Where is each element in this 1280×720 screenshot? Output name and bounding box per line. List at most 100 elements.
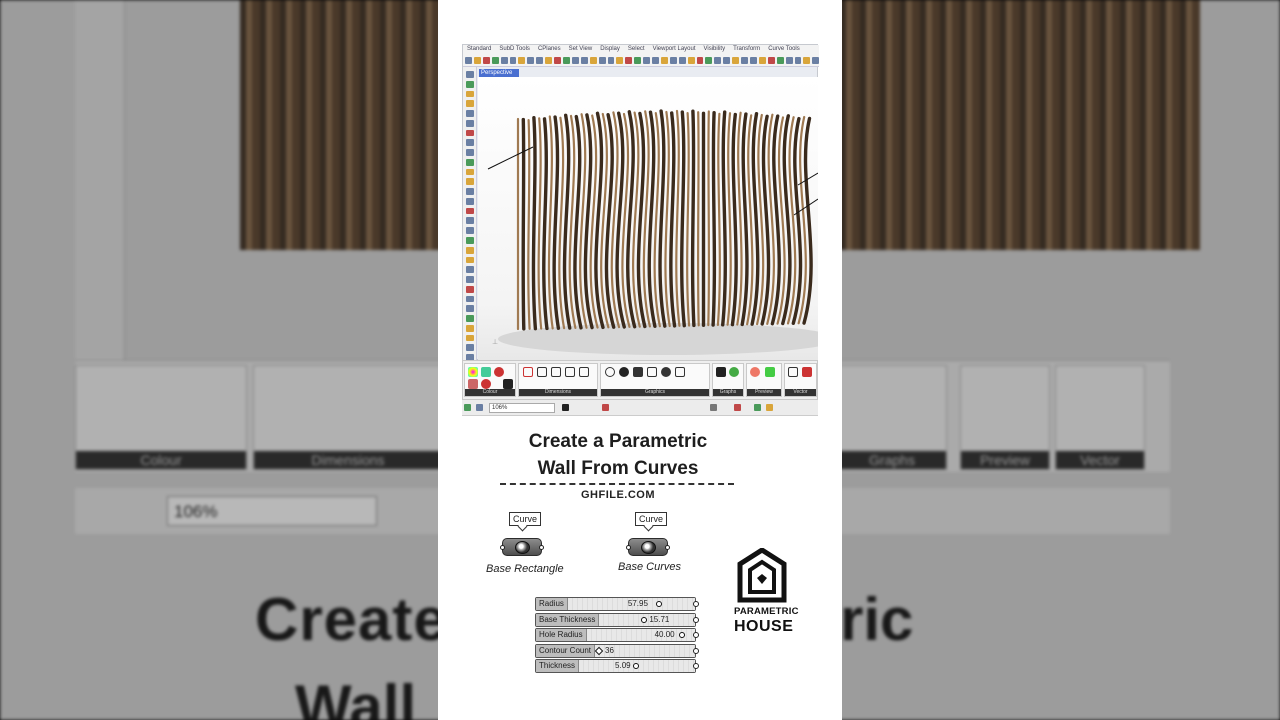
preview-shaded-icon[interactable] <box>734 404 741 411</box>
toolbar-tool-icon[interactable] <box>723 57 731 64</box>
toolbar-tool-icon[interactable] <box>482 57 490 64</box>
side-tool-icon[interactable] <box>465 178 474 186</box>
linear-dimension-icon[interactable] <box>565 367 575 377</box>
toolbar-tool-icon[interactable] <box>554 57 561 64</box>
side-tool-icon[interactable] <box>465 344 474 352</box>
toolbar-tool-icon[interactable] <box>696 57 704 64</box>
bake-icon[interactable] <box>754 404 761 411</box>
disc-icon[interactable] <box>661 367 671 377</box>
zoom-extents-icon[interactable] <box>562 404 569 411</box>
side-tool-icon[interactable] <box>465 80 474 88</box>
side-tool-icon[interactable] <box>465 315 474 322</box>
toolbar-tool-icon[interactable] <box>616 57 624 64</box>
circle-icon[interactable] <box>605 367 615 377</box>
viewport-tab-perspective[interactable]: Perspective <box>479 69 519 77</box>
tab-cplanes[interactable]: CPlanes <box>534 45 565 55</box>
tab-viewport-layout[interactable]: Viewport Layout <box>649 45 700 55</box>
slider-radius[interactable]: Radius 57.95 <box>535 597 699 611</box>
sketch-icon[interactable] <box>602 404 609 411</box>
side-tool-icon[interactable] <box>465 100 474 108</box>
side-tool-icon[interactable] <box>465 334 474 342</box>
gh-group-graphs[interactable]: Graphs <box>712 363 744 397</box>
toolbar-tool-icon[interactable] <box>732 57 740 64</box>
toolbar-tool-icon[interactable] <box>518 57 526 64</box>
side-tool-icon[interactable] <box>465 237 474 244</box>
slider-track[interactable]: 40.00 <box>586 629 695 641</box>
preview-selected-icon[interactable] <box>766 404 773 411</box>
side-tool-icon[interactable] <box>465 188 474 195</box>
side-tool-icon[interactable] <box>465 246 474 254</box>
slider-knob[interactable] <box>655 601 662 607</box>
dimension-icon[interactable] <box>537 367 547 377</box>
toolbar-tool-icon[interactable] <box>643 57 651 64</box>
toolbar-tool-icon[interactable] <box>607 57 615 64</box>
output-pin[interactable] <box>665 545 670 550</box>
colour-sphere-icon[interactable] <box>494 367 504 377</box>
toolbar-tool-icon[interactable] <box>536 57 544 64</box>
side-tool-icon[interactable] <box>465 168 474 176</box>
tab-set-view[interactable]: Set View <box>565 45 597 55</box>
slider-track[interactable]: 57.95 <box>567 598 695 610</box>
toolbar-tool-icon[interactable] <box>803 57 811 64</box>
tab-visibility[interactable]: Visibility <box>700 45 730 55</box>
perspective-viewport[interactable]: ⊥ <box>478 77 818 360</box>
side-tool-icon[interactable] <box>465 305 474 313</box>
slider-knob[interactable] <box>633 663 640 669</box>
colour-hsl-icon[interactable] <box>481 379 491 389</box>
toolbar-tool-icon[interactable] <box>571 57 579 64</box>
save-icon[interactable] <box>476 404 483 411</box>
output-pin[interactable] <box>693 601 699 607</box>
toolbar-tool-icon[interactable] <box>562 57 570 64</box>
curve-component-base-curves[interactable]: Curve Base Curves <box>616 512 716 582</box>
side-tool-icon[interactable] <box>465 197 474 205</box>
aligned-dimension-icon[interactable] <box>579 367 589 377</box>
tab-select[interactable]: Select <box>624 45 649 55</box>
tab-curve-tools[interactable]: Curve Tools <box>764 45 804 55</box>
slider-contour-count[interactable]: Contour Count 36 <box>535 643 699 658</box>
frame-icon[interactable] <box>675 367 685 377</box>
toolbar-tool-icon[interactable] <box>776 57 784 64</box>
side-tool-icon[interactable] <box>465 256 474 264</box>
side-tool-icon[interactable] <box>465 276 474 283</box>
toolbar-tool-icon[interactable] <box>625 57 633 64</box>
toolbar-tool-icon[interactable] <box>527 57 535 64</box>
toolbar-tool-icon[interactable] <box>652 57 659 64</box>
side-tool-icon[interactable] <box>465 285 474 293</box>
toolbar-tool-icon[interactable] <box>678 57 686 64</box>
preview-swatch-icon[interactable] <box>765 367 775 377</box>
toolbar-tool-icon[interactable] <box>794 57 802 64</box>
slider-track[interactable]: 36 <box>594 644 695 657</box>
input-pin[interactable] <box>626 545 631 550</box>
toolbar-tool-icon[interactable] <box>589 57 597 64</box>
side-tool-icon[interactable] <box>465 207 474 215</box>
side-tool-icon[interactable] <box>465 266 474 274</box>
curve-param-node[interactable] <box>500 538 544 556</box>
toolbar-tool-icon[interactable] <box>812 57 819 64</box>
toolbar-tool-icon[interactable] <box>500 57 508 64</box>
output-pin[interactable] <box>693 632 699 638</box>
tab-subd-tools[interactable]: SubD Tools <box>495 45 534 55</box>
toolbar-tool-icon[interactable] <box>491 57 499 64</box>
side-tool-icon[interactable] <box>465 139 474 147</box>
side-tool-icon[interactable] <box>465 324 474 332</box>
slider-knob[interactable] <box>641 616 648 623</box>
side-tool-icon[interactable] <box>465 110 474 117</box>
toolbar-tool-icon[interactable] <box>598 57 606 64</box>
slider-knob[interactable] <box>678 632 685 638</box>
slider-knob[interactable] <box>594 646 604 655</box>
gh-group-graphics[interactable]: Graphics <box>600 363 710 397</box>
output-pin[interactable] <box>693 616 699 623</box>
toolbar-tool-icon[interactable] <box>687 57 695 64</box>
open-file-icon[interactable] <box>464 404 471 411</box>
side-tool-icon[interactable] <box>465 90 474 98</box>
colour-gradient-icon[interactable] <box>468 379 478 389</box>
copyright-icon[interactable] <box>619 367 629 377</box>
colour-wheel-icon[interactable] <box>468 367 478 377</box>
layers-icon[interactable] <box>633 367 643 377</box>
gh-group-colour[interactable]: Colour <box>464 363 516 397</box>
input-pin[interactable] <box>500 545 505 550</box>
angle-dimension-icon[interactable] <box>551 367 561 377</box>
tag-icon[interactable] <box>523 367 533 377</box>
toolbar-tool-icon[interactable] <box>785 57 793 64</box>
tab-transform[interactable]: Transform <box>729 45 764 55</box>
